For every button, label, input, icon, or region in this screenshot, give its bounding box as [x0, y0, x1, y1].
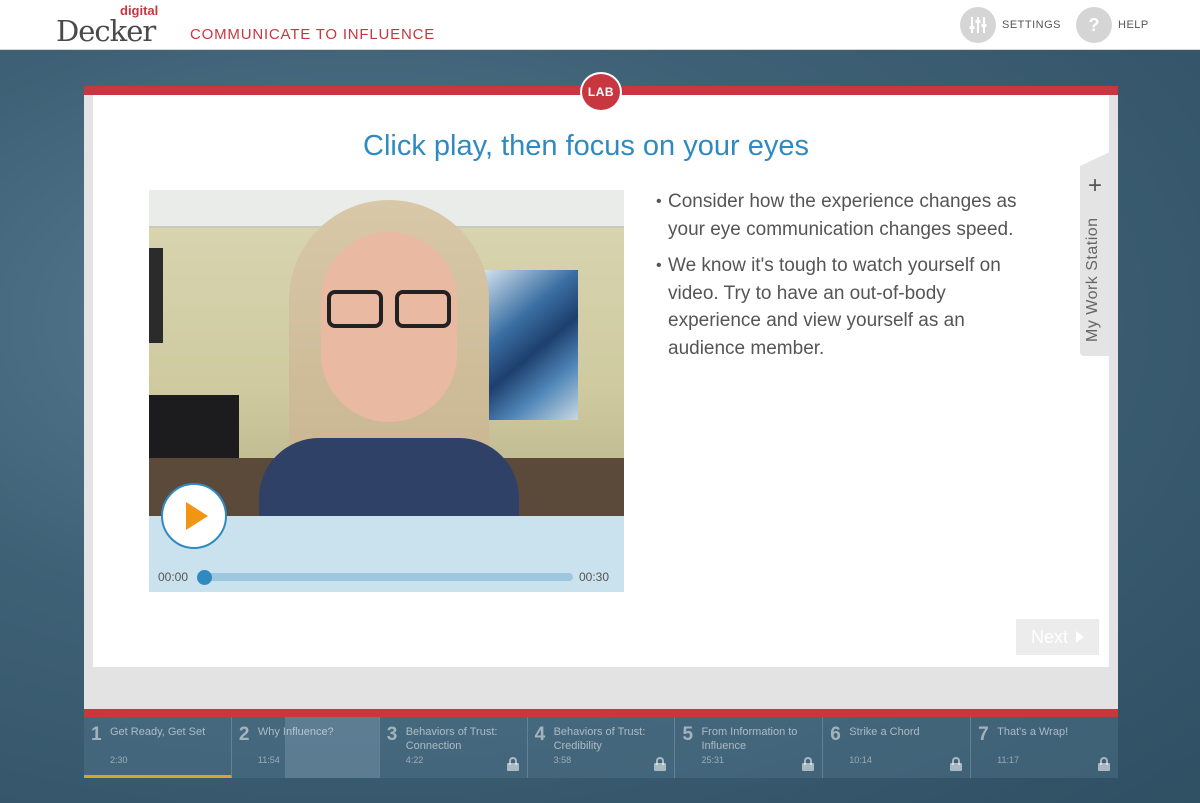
chapter-title: From Information to Influence [701, 726, 798, 752]
video-scene-glasses [327, 290, 451, 330]
progress-scrubber[interactable] [197, 570, 212, 585]
chapter-number: 5 [682, 724, 694, 745]
video-scene-painting [480, 270, 578, 420]
video-scene-wall-frame [149, 248, 163, 343]
bullet-dot: • [656, 193, 662, 210]
lock-icon [506, 757, 519, 771]
video-frame[interactable] [149, 190, 624, 516]
next-button[interactable]: Next [1016, 619, 1099, 655]
chapter-number: 4 [534, 724, 546, 745]
video-scene-monitor [149, 395, 239, 459]
bullet-dot: • [656, 257, 662, 274]
decker-logo[interactable]: Decker digital [56, 3, 166, 48]
duration-time: 00:30 [579, 570, 610, 584]
work-station-tab[interactable]: + My Work Station [1080, 152, 1110, 356]
instruction-item: • Consider how the experience changes as… [656, 188, 1036, 243]
chapter-bar: 1 Get Ready, Get Set 2:30 2 Why Influenc… [84, 709, 1118, 778]
lab-title: Click play, then focus on your eyes [363, 130, 809, 162]
help-button[interactable]: ? HELP [1076, 7, 1149, 43]
instruction-text: We know it's tough to watch yourself on … [668, 255, 1001, 359]
current-time: 00:00 [158, 570, 189, 584]
chapter-item-5[interactable]: 5 From Information to Influence 25:31 [675, 717, 824, 778]
chapter-number: 2 [238, 724, 250, 745]
sliders-icon [960, 7, 996, 43]
chapter-title: Strike a Chord [849, 726, 920, 738]
plus-icon: + [1087, 172, 1102, 199]
chapter-number: 7 [978, 724, 989, 745]
video-scene-person-shirt [259, 438, 519, 516]
chapter-title: Behaviors of Trust: Credibility [553, 726, 646, 752]
chapter-item-2[interactable]: 2 Why Influence? 11:54 [231, 717, 380, 778]
question-icon: ? [1076, 7, 1112, 43]
settings-button[interactable]: SETTINGS [960, 7, 1061, 43]
chapter-duration: 4:22 [405, 755, 424, 765]
chapter-item-1[interactable]: 1 Get Ready, Get Set 2:30 [84, 717, 232, 778]
play-icon [186, 502, 208, 530]
logo-sub: digital [120, 3, 159, 18]
logo-brand: Decker [56, 14, 156, 48]
chapter-number: 3 [386, 724, 398, 745]
chapter-duration: 11:54 [257, 755, 280, 765]
lock-icon [950, 757, 963, 771]
chapter-duration: 2:30 [110, 755, 128, 765]
chapter-title: Behaviors of Trust: Connection [405, 726, 498, 752]
triangle-right-icon [1076, 631, 1084, 643]
instruction-text: Consider how the experience changes as y… [668, 191, 1017, 240]
chapter-item-7[interactable]: 7 That's a Wrap! 11:17 [971, 717, 1118, 778]
chapter-title: Why Influence? [257, 726, 334, 738]
chapter-item-6[interactable]: 6 Strike a Chord 10:14 [823, 717, 972, 778]
chapter-item-4[interactable]: 4 Behaviors of Trust: Credibility 3:58 [528, 717, 676, 778]
chapter-duration: 11:17 [997, 755, 1020, 765]
chapter-duration: 25:31 [701, 755, 724, 765]
lock-icon [802, 757, 815, 771]
lock-icon [654, 757, 667, 771]
chapter-duration: 3:58 [553, 755, 572, 765]
video-player[interactable]: 00:00 00:30 [149, 190, 624, 592]
next-label: Next [1030, 626, 1068, 647]
chapter-item-3[interactable]: 3 Behaviors of Trust: Connection 4:22 [380, 717, 528, 778]
lab-badge: LAB [580, 72, 622, 112]
progress-track[interactable] [205, 573, 573, 581]
play-button[interactable] [161, 483, 227, 549]
chapter-number: 6 [830, 724, 841, 745]
settings-label: SETTINGS [1002, 19, 1062, 31]
help-label: HELP [1118, 19, 1149, 31]
course-title: COMMUNICATE TO INFLUENCE [190, 26, 436, 43]
chapter-number: 1 [91, 724, 102, 745]
app-header: Decker digital COMMUNICATE TO INFLUENCE … [0, 0, 1200, 50]
instruction-item: • We know it's tough to watch yourself o… [656, 252, 1036, 362]
chapter-duration: 10:14 [849, 755, 872, 765]
instruction-list: • Consider how the experience changes as… [656, 188, 1036, 371]
work-station-label: My Work Station [1084, 217, 1101, 342]
chapter-title: Get Ready, Get Set [110, 726, 206, 738]
lock-icon [1098, 757, 1111, 771]
chapter-title: That's a Wrap! [997, 726, 1069, 738]
